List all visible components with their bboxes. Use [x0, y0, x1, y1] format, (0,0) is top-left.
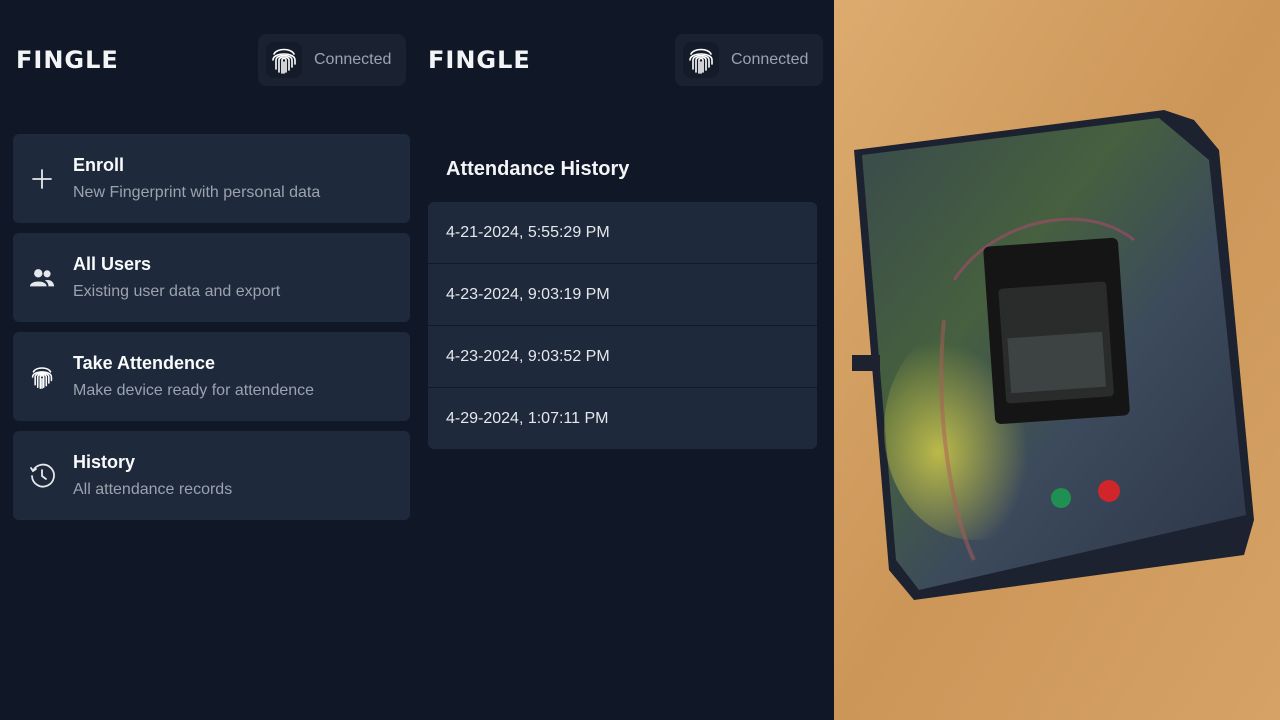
history-title: Attendance History — [446, 158, 630, 180]
menu-item-subtitle: All attendance records — [73, 481, 233, 498]
connection-status-label: Connected — [731, 51, 809, 68]
app-brand: FINGLE — [16, 46, 119, 74]
menu-item-subtitle: Existing user data and export — [73, 283, 281, 300]
main-menu: Enroll New Fingerprint with personal dat… — [13, 134, 410, 530]
fingerprint-icon — [29, 364, 55, 390]
menu-item-subtitle: Make device ready for attendence — [73, 382, 315, 399]
connection-status-label: Connected — [314, 51, 392, 68]
fingerprint-icon — [683, 42, 719, 78]
history-screen: FINGLE Connected Attendance History 4-21… — [417, 0, 834, 720]
history-record[interactable]: 4-23-2024, 9:03:52 PM — [428, 326, 817, 388]
app-brand: FINGLE — [428, 46, 531, 74]
history-list: 4-21-2024, 5:55:29 PM 4-23-2024, 9:03:19… — [428, 202, 817, 449]
fingerprint-icon — [266, 42, 302, 78]
connection-status[interactable]: Connected — [258, 34, 406, 86]
app-header: FINGLE Connected — [417, 34, 834, 86]
menu-item-subtitle: New Fingerprint with personal data — [73, 184, 321, 201]
menu-item-history[interactable]: History All attendance records — [13, 431, 410, 520]
connection-status[interactable]: Connected — [675, 34, 823, 86]
menu-item-title: History — [73, 452, 136, 472]
menu-item-all-users[interactable]: All Users Existing user data and export — [13, 233, 410, 322]
menu-item-title: All Users — [73, 254, 152, 274]
clock-icon — [29, 463, 55, 489]
history-record[interactable]: 4-21-2024, 5:55:29 PM — [428, 202, 817, 264]
menu-item-enroll[interactable]: Enroll New Fingerprint with personal dat… — [13, 134, 410, 223]
fingerprint-device-illustration — [834, 0, 1280, 720]
home-screen: FINGLE Connected Enroll New Fingerprint — [0, 0, 417, 720]
app-header: FINGLE Connected — [0, 34, 417, 86]
menu-item-title: Enroll — [73, 155, 125, 175]
menu-item-take-attendence[interactable]: Take Attendence Make device ready for at… — [13, 332, 410, 421]
device-photo — [834, 0, 1280, 720]
history-record[interactable]: 4-23-2024, 9:03:19 PM — [428, 264, 817, 326]
users-icon — [29, 265, 55, 291]
menu-item-title: Take Attendence — [73, 353, 216, 373]
plus-icon — [29, 166, 55, 192]
history-record[interactable]: 4-29-2024, 1:07:11 PM — [428, 388, 817, 449]
